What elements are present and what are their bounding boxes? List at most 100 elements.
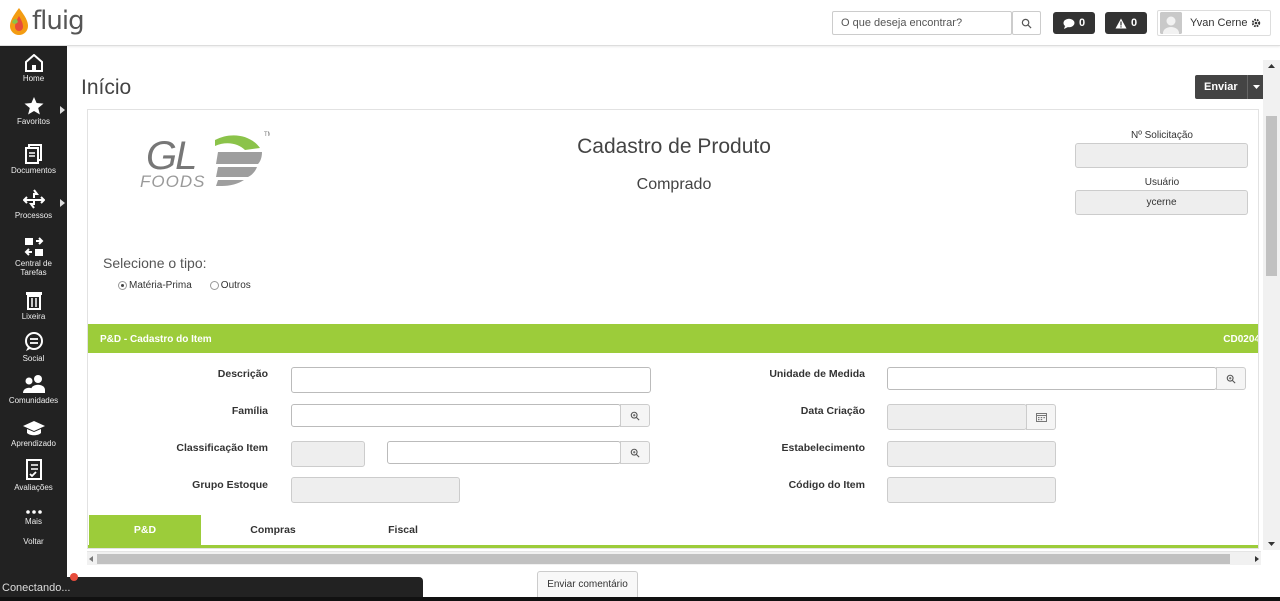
zoom-icon	[630, 448, 640, 458]
arrow-up-icon	[1268, 64, 1275, 68]
sidebar-item-label: Central de Tarefas	[15, 259, 52, 277]
data-criacao-label: Data Criação	[800, 405, 865, 417]
tasks-icon	[24, 237, 43, 256]
send-comment-button[interactable]: Enviar comentário	[537, 571, 638, 598]
loading-status: Conectando...	[0, 577, 423, 599]
evaluations-icon	[25, 459, 42, 480]
unidade-medida-search-button[interactable]	[1216, 367, 1246, 390]
codigo-item-label: Código do Item	[788, 479, 865, 491]
radio-materia-prima[interactable]: Matéria-Prima	[118, 280, 192, 291]
radio-button-checked[interactable]	[118, 281, 127, 290]
fluig-drop-icon	[8, 6, 30, 36]
sidebar-item-processos[interactable]: Processos	[0, 189, 67, 220]
type-radio-group: Matéria-Prima Outros	[118, 280, 251, 291]
tab-fiscal[interactable]: Fiscal	[358, 515, 448, 545]
fluig-logo[interactable]: fluig	[8, 6, 85, 36]
classificacao-input[interactable]	[387, 441, 621, 464]
chevron-right-icon	[60, 106, 65, 114]
sidebar-item-social[interactable]: Social	[0, 332, 67, 363]
horizontal-scroll-thumb[interactable]	[97, 554, 1230, 564]
sidebar-item-label: Social	[22, 354, 45, 363]
user-label: Usuário	[1144, 177, 1180, 188]
user-menu[interactable]: Yvan Cerne	[1157, 10, 1271, 36]
solicitation-field	[1075, 143, 1248, 168]
top-bar: fluig O que deseja encontrar? 0 0 Yvan C…	[0, 0, 1280, 46]
search-input[interactable]: O que deseja encontrar?	[832, 11, 1012, 35]
familia-search-button[interactable]	[620, 404, 650, 427]
classificacao-code-input	[291, 441, 365, 467]
sidebar-item-label: Lixeira	[21, 312, 46, 321]
classificacao-search-button[interactable]	[620, 441, 650, 464]
unidade-medida-label: Unidade de Medida	[769, 368, 865, 380]
sidebar-item-central-de-tarefas[interactable]: Central de Tarefas	[0, 237, 67, 277]
communities-icon	[22, 375, 45, 393]
home-icon	[24, 54, 43, 72]
sidebar-item-lixeira[interactable]: Lixeira	[0, 290, 67, 321]
sidebar-item-label: Aprendizado	[11, 439, 56, 448]
vertical-scrollbar[interactable]	[1263, 60, 1280, 550]
tab-compras[interactable]: Compras	[228, 515, 318, 545]
sidebar-item-label: Avaliações	[14, 483, 53, 492]
sidebar-item-documentos[interactable]: Documentos	[0, 144, 67, 175]
tab-pd[interactable]: P&D	[89, 515, 201, 545]
radio-label: Outros	[220, 280, 251, 291]
familia-input[interactable]	[291, 404, 621, 427]
sidebar-item-mais[interactable]: Mais	[0, 509, 67, 526]
estabelecimento-label: Estabelecimento	[781, 442, 865, 454]
sidebar-item-label: Processos	[14, 211, 53, 220]
main-content: Início Enviar TM GL FOODS Cadastro de Pr…	[67, 46, 1280, 601]
sidebar-item-label: Mais	[25, 517, 42, 526]
codigo-item-input	[887, 477, 1056, 503]
unidade-medida-input[interactable]	[887, 367, 1217, 390]
trash-icon	[25, 292, 42, 310]
select-type-label: Selecione o tipo:	[103, 255, 207, 271]
warning-icon	[1115, 18, 1127, 28]
arrow-right-icon	[1255, 556, 1259, 562]
social-icon	[24, 332, 43, 351]
alerts-button[interactable]: 0	[1105, 12, 1147, 34]
calendar-icon	[1035, 413, 1047, 422]
radio-button[interactable]	[209, 281, 219, 290]
documents-icon	[24, 144, 42, 164]
avatar	[1160, 12, 1182, 34]
send-button[interactable]: Enviar	[1195, 75, 1247, 99]
fluig-logo-text: fluig	[32, 6, 85, 36]
estabelecimento-input	[887, 441, 1056, 467]
sidebar-item-home[interactable]: Home	[0, 54, 67, 83]
sidebar-item-comunidades[interactable]: Comunidades	[0, 374, 67, 405]
calendar-button[interactable]	[1026, 404, 1056, 430]
search-icon	[1021, 18, 1032, 29]
horizontal-scrollbar[interactable]	[87, 551, 1261, 565]
descricao-input[interactable]	[291, 367, 651, 393]
sidebar-item-favoritos[interactable]: Favoritos	[0, 97, 67, 126]
zoom-icon	[630, 411, 640, 421]
page-title: Início	[81, 76, 132, 99]
solicitation-label: Nº Solicitação	[1130, 130, 1193, 141]
sidebar-item-voltar[interactable]: Voltar	[0, 537, 67, 546]
grupo-estoque-label: Grupo Estoque	[192, 479, 268, 491]
bottom-strip	[0, 597, 1280, 601]
radio-label: Matéria-Prima	[129, 280, 192, 291]
arrow-left-icon	[89, 556, 93, 562]
more-icon	[25, 510, 42, 514]
radio-outros[interactable]: Outros	[209, 280, 251, 291]
sidebar-item-label: Voltar	[23, 537, 44, 546]
vertical-scroll-thumb[interactable]	[1266, 116, 1277, 276]
form-frame: TM GL FOODS Cadastro de Produto Comprado…	[87, 109, 1259, 549]
section-header: P&D - Cadastro do Item CD0204	[88, 324, 1258, 353]
form-tabs: P&D Compras Fiscal	[88, 515, 1258, 548]
familia-label: Família	[231, 405, 268, 417]
send-button-group: Enviar	[1195, 75, 1266, 99]
classificacao-label: Classificação Item	[176, 442, 268, 454]
sidebar-item-aprendizado[interactable]: Aprendizado	[0, 419, 67, 448]
chat-icon	[1063, 18, 1075, 29]
messages-count: 0	[1078, 17, 1086, 29]
alerts-count: 0	[1130, 17, 1138, 29]
search-button[interactable]	[1012, 11, 1041, 35]
learning-icon	[22, 421, 45, 436]
gear-icon	[1252, 18, 1261, 28]
sidebar-item-avaliacoes[interactable]: Avaliações	[0, 459, 67, 492]
descricao-label: Descrição	[217, 368, 268, 380]
processes-icon	[22, 189, 45, 209]
messages-button[interactable]: 0	[1053, 12, 1095, 34]
